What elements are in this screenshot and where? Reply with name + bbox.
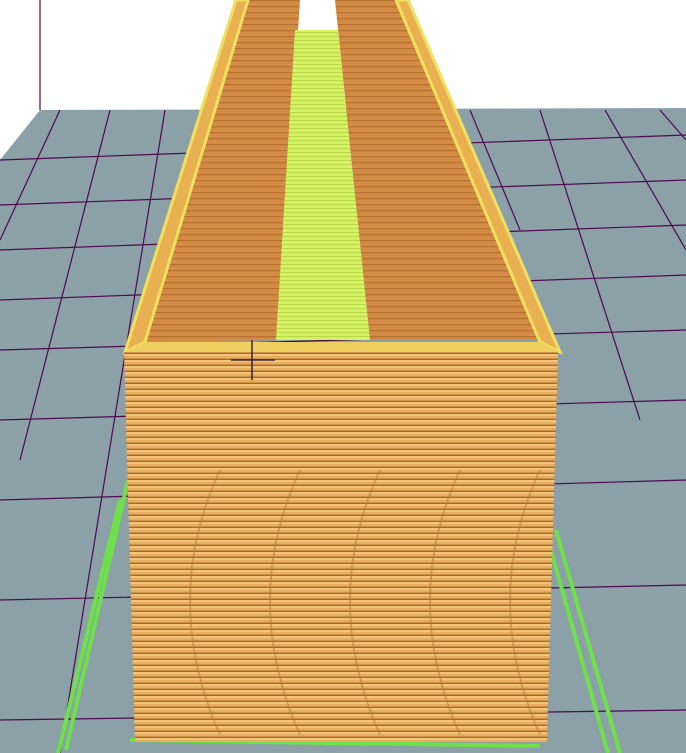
front-wall	[124, 352, 558, 742]
3d-scene[interactable]	[0, 0, 686, 753]
gcode-preview-viewport[interactable]	[0, 0, 686, 753]
perimeter-rim-front	[125, 342, 560, 352]
